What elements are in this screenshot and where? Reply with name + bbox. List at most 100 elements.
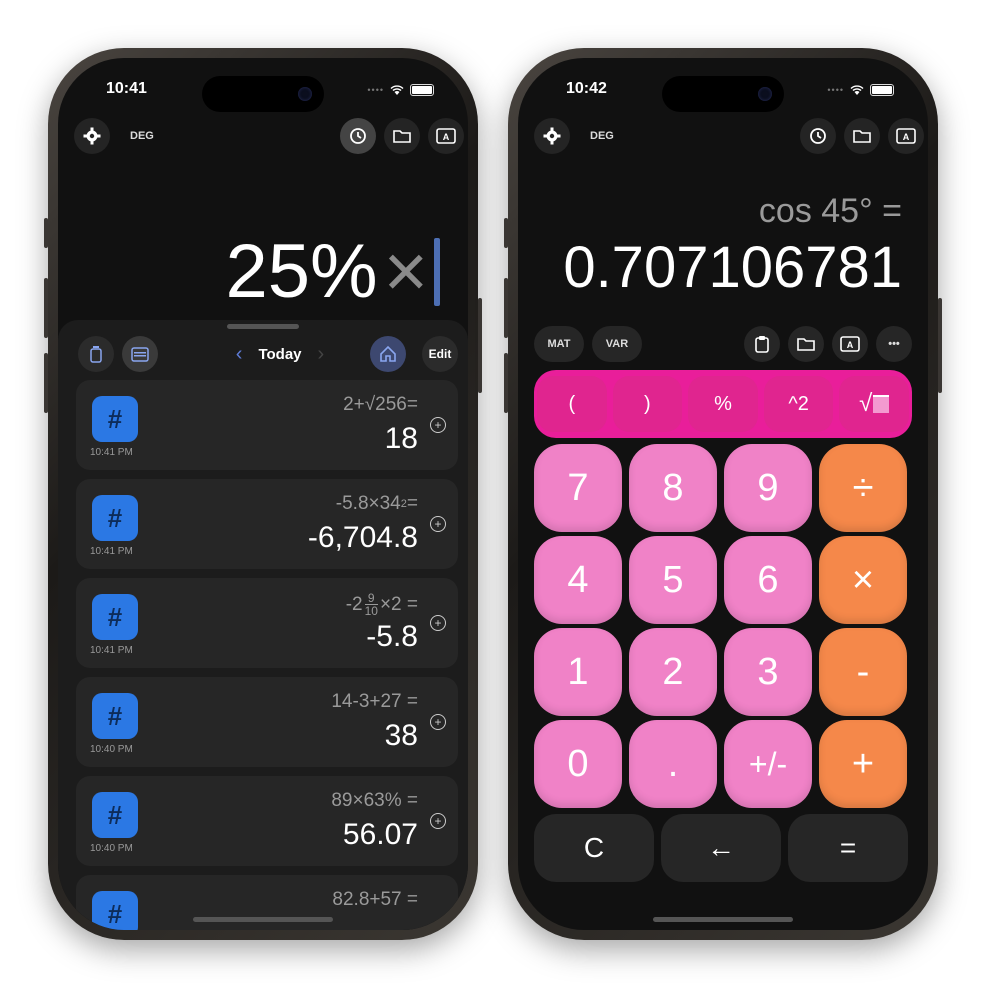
key-4[interactable]: 4 bbox=[534, 536, 622, 624]
open-paren-key[interactable]: ( bbox=[537, 376, 607, 432]
folder-button[interactable] bbox=[384, 118, 420, 154]
key-5[interactable]: 5 bbox=[629, 536, 717, 624]
edit-button[interactable]: Edit bbox=[422, 336, 458, 372]
history-card[interactable]: # 10:41 PM -2 9 10 ×2 = -5.8 + bbox=[76, 578, 458, 668]
result-display: 0.707106781 bbox=[563, 235, 902, 300]
equals-key[interactable]: = bbox=[788, 814, 908, 882]
backspace-key[interactable]: ← bbox=[661, 814, 781, 882]
home-indicator bbox=[653, 917, 793, 922]
history-sheet: ‹ Today › Edit # 10:41 PM 2+ √256 = 18 +… bbox=[58, 320, 468, 930]
scientific-key-row: ( ) % ^2 √ bbox=[534, 370, 912, 438]
calendar-icon bbox=[131, 347, 149, 362]
square-key[interactable]: ^2 bbox=[763, 376, 834, 432]
folder-button[interactable] bbox=[788, 326, 824, 362]
battery-icon bbox=[410, 84, 434, 96]
angle-mode-label[interactable]: DEG bbox=[130, 130, 154, 142]
expr-root: √256 bbox=[364, 394, 407, 415]
history-card[interactable]: # 10:40 PM 89×63% = 56.07 + bbox=[76, 776, 458, 866]
key-0[interactable]: 0 bbox=[534, 720, 622, 808]
text-cursor bbox=[434, 237, 440, 306]
history-expression: 82.8+57 = bbox=[332, 889, 418, 910]
sign-toggle-key[interactable]: +/- bbox=[724, 720, 812, 808]
paste-button[interactable] bbox=[744, 326, 780, 362]
top-toolbar: DEG A bbox=[74, 118, 464, 154]
sqrt-placeholder-icon bbox=[873, 395, 890, 413]
subtract-key[interactable]: - bbox=[819, 628, 907, 716]
history-card[interactable]: # 10:40 PM 14-3+27 = 38 + bbox=[76, 677, 458, 767]
history-time: 10:41 PM bbox=[90, 447, 133, 458]
history-expression: 14-3+27 = bbox=[331, 691, 418, 712]
close-paren-key[interactable]: ) bbox=[612, 376, 683, 432]
key-9[interactable]: 9 bbox=[724, 444, 812, 532]
mat-button[interactable]: MAT bbox=[534, 326, 584, 362]
folder-icon bbox=[393, 130, 411, 143]
multiply-key[interactable]: × bbox=[819, 536, 907, 624]
add-icon[interactable]: + bbox=[430, 813, 446, 829]
key-7[interactable]: 7 bbox=[534, 444, 622, 532]
add-key[interactable]: + bbox=[819, 720, 907, 808]
history-card[interactable]: # 10:41 PM -5.8×34 2 = -6,704.8 + bbox=[76, 479, 458, 569]
key-2[interactable]: 2 bbox=[629, 628, 717, 716]
history-time: 10:40 PM bbox=[90, 744, 133, 755]
hash-icon: # bbox=[92, 693, 138, 739]
text-scan-button[interactable]: A bbox=[888, 118, 924, 154]
history-icon bbox=[350, 128, 366, 144]
status-icons: •••• bbox=[827, 84, 894, 96]
history-expression: -2 9 10 ×2 = bbox=[346, 592, 418, 617]
text-scan-button[interactable]: A bbox=[832, 326, 868, 362]
settings-button[interactable] bbox=[74, 118, 110, 154]
history-result: 18 bbox=[384, 422, 418, 455]
home-button[interactable] bbox=[370, 336, 406, 372]
status-time: 10:42 bbox=[566, 80, 607, 97]
clear-key[interactable]: C bbox=[534, 814, 654, 882]
trash-icon bbox=[90, 346, 102, 363]
chevron-left-icon[interactable]: ‹ bbox=[236, 343, 243, 366]
percent-key[interactable]: % bbox=[688, 376, 758, 432]
add-icon[interactable]: + bbox=[430, 615, 446, 631]
settings-button[interactable] bbox=[534, 118, 570, 154]
delete-button[interactable] bbox=[78, 336, 114, 372]
history-button[interactable] bbox=[800, 118, 836, 154]
expr-fraction: 9 10 bbox=[364, 592, 378, 617]
svg-text:A: A bbox=[903, 132, 910, 142]
expr-part: -2 bbox=[345, 593, 363, 615]
key-3[interactable]: 3 bbox=[724, 628, 812, 716]
angle-mode-label[interactable]: DEG bbox=[590, 130, 614, 142]
key-6[interactable]: 6 bbox=[724, 536, 812, 624]
history-result: 38 bbox=[384, 719, 418, 752]
var-button[interactable]: VAR bbox=[592, 326, 642, 362]
history-button[interactable] bbox=[340, 118, 376, 154]
add-icon[interactable]: + bbox=[430, 516, 446, 532]
status-icons: •••• bbox=[367, 84, 434, 96]
decimal-key[interactable]: . bbox=[629, 720, 717, 808]
text-scan-button[interactable]: A bbox=[428, 118, 464, 154]
chevron-right-icon[interactable]: › bbox=[318, 343, 325, 366]
status-time: 10:41 bbox=[106, 80, 147, 97]
function-chips: MAT VAR A ••• bbox=[534, 326, 912, 364]
add-icon[interactable]: + bbox=[430, 417, 446, 433]
key-1[interactable]: 1 bbox=[534, 628, 622, 716]
gear-icon bbox=[83, 127, 101, 145]
top-toolbar: DEG A bbox=[534, 118, 924, 154]
history-result: -6,704.8 bbox=[307, 521, 418, 554]
more-button[interactable]: ••• bbox=[876, 326, 912, 362]
left-screen: 10:41 •••• DEG A 25% × ‹ Today › Edit # … bbox=[58, 58, 468, 930]
history-card[interactable]: # 10:41 PM 2+ √256 = 18 + bbox=[76, 380, 458, 470]
signal-icon: •••• bbox=[827, 85, 844, 95]
input-display[interactable]: 25% × bbox=[225, 228, 440, 315]
sqrt-key[interactable]: √ bbox=[839, 376, 909, 432]
text-scan-icon: A bbox=[896, 128, 916, 144]
history-time: 10:41 PM bbox=[90, 546, 133, 557]
divide-key[interactable]: ÷ bbox=[819, 444, 907, 532]
history-icon bbox=[810, 128, 826, 144]
history-expression: 89×63% = bbox=[331, 790, 418, 811]
right-screen: 10:42 •••• DEG A cos 45° = 0.707106781 M… bbox=[518, 58, 928, 930]
sheet-grabber[interactable] bbox=[227, 324, 299, 329]
calendar-button[interactable] bbox=[122, 336, 158, 372]
text-scan-icon: A bbox=[436, 128, 456, 144]
add-icon[interactable]: + bbox=[430, 714, 446, 730]
history-time: 10:40 PM bbox=[90, 843, 133, 854]
folder-button[interactable] bbox=[844, 118, 880, 154]
svg-text:A: A bbox=[847, 340, 854, 350]
key-8[interactable]: 8 bbox=[629, 444, 717, 532]
